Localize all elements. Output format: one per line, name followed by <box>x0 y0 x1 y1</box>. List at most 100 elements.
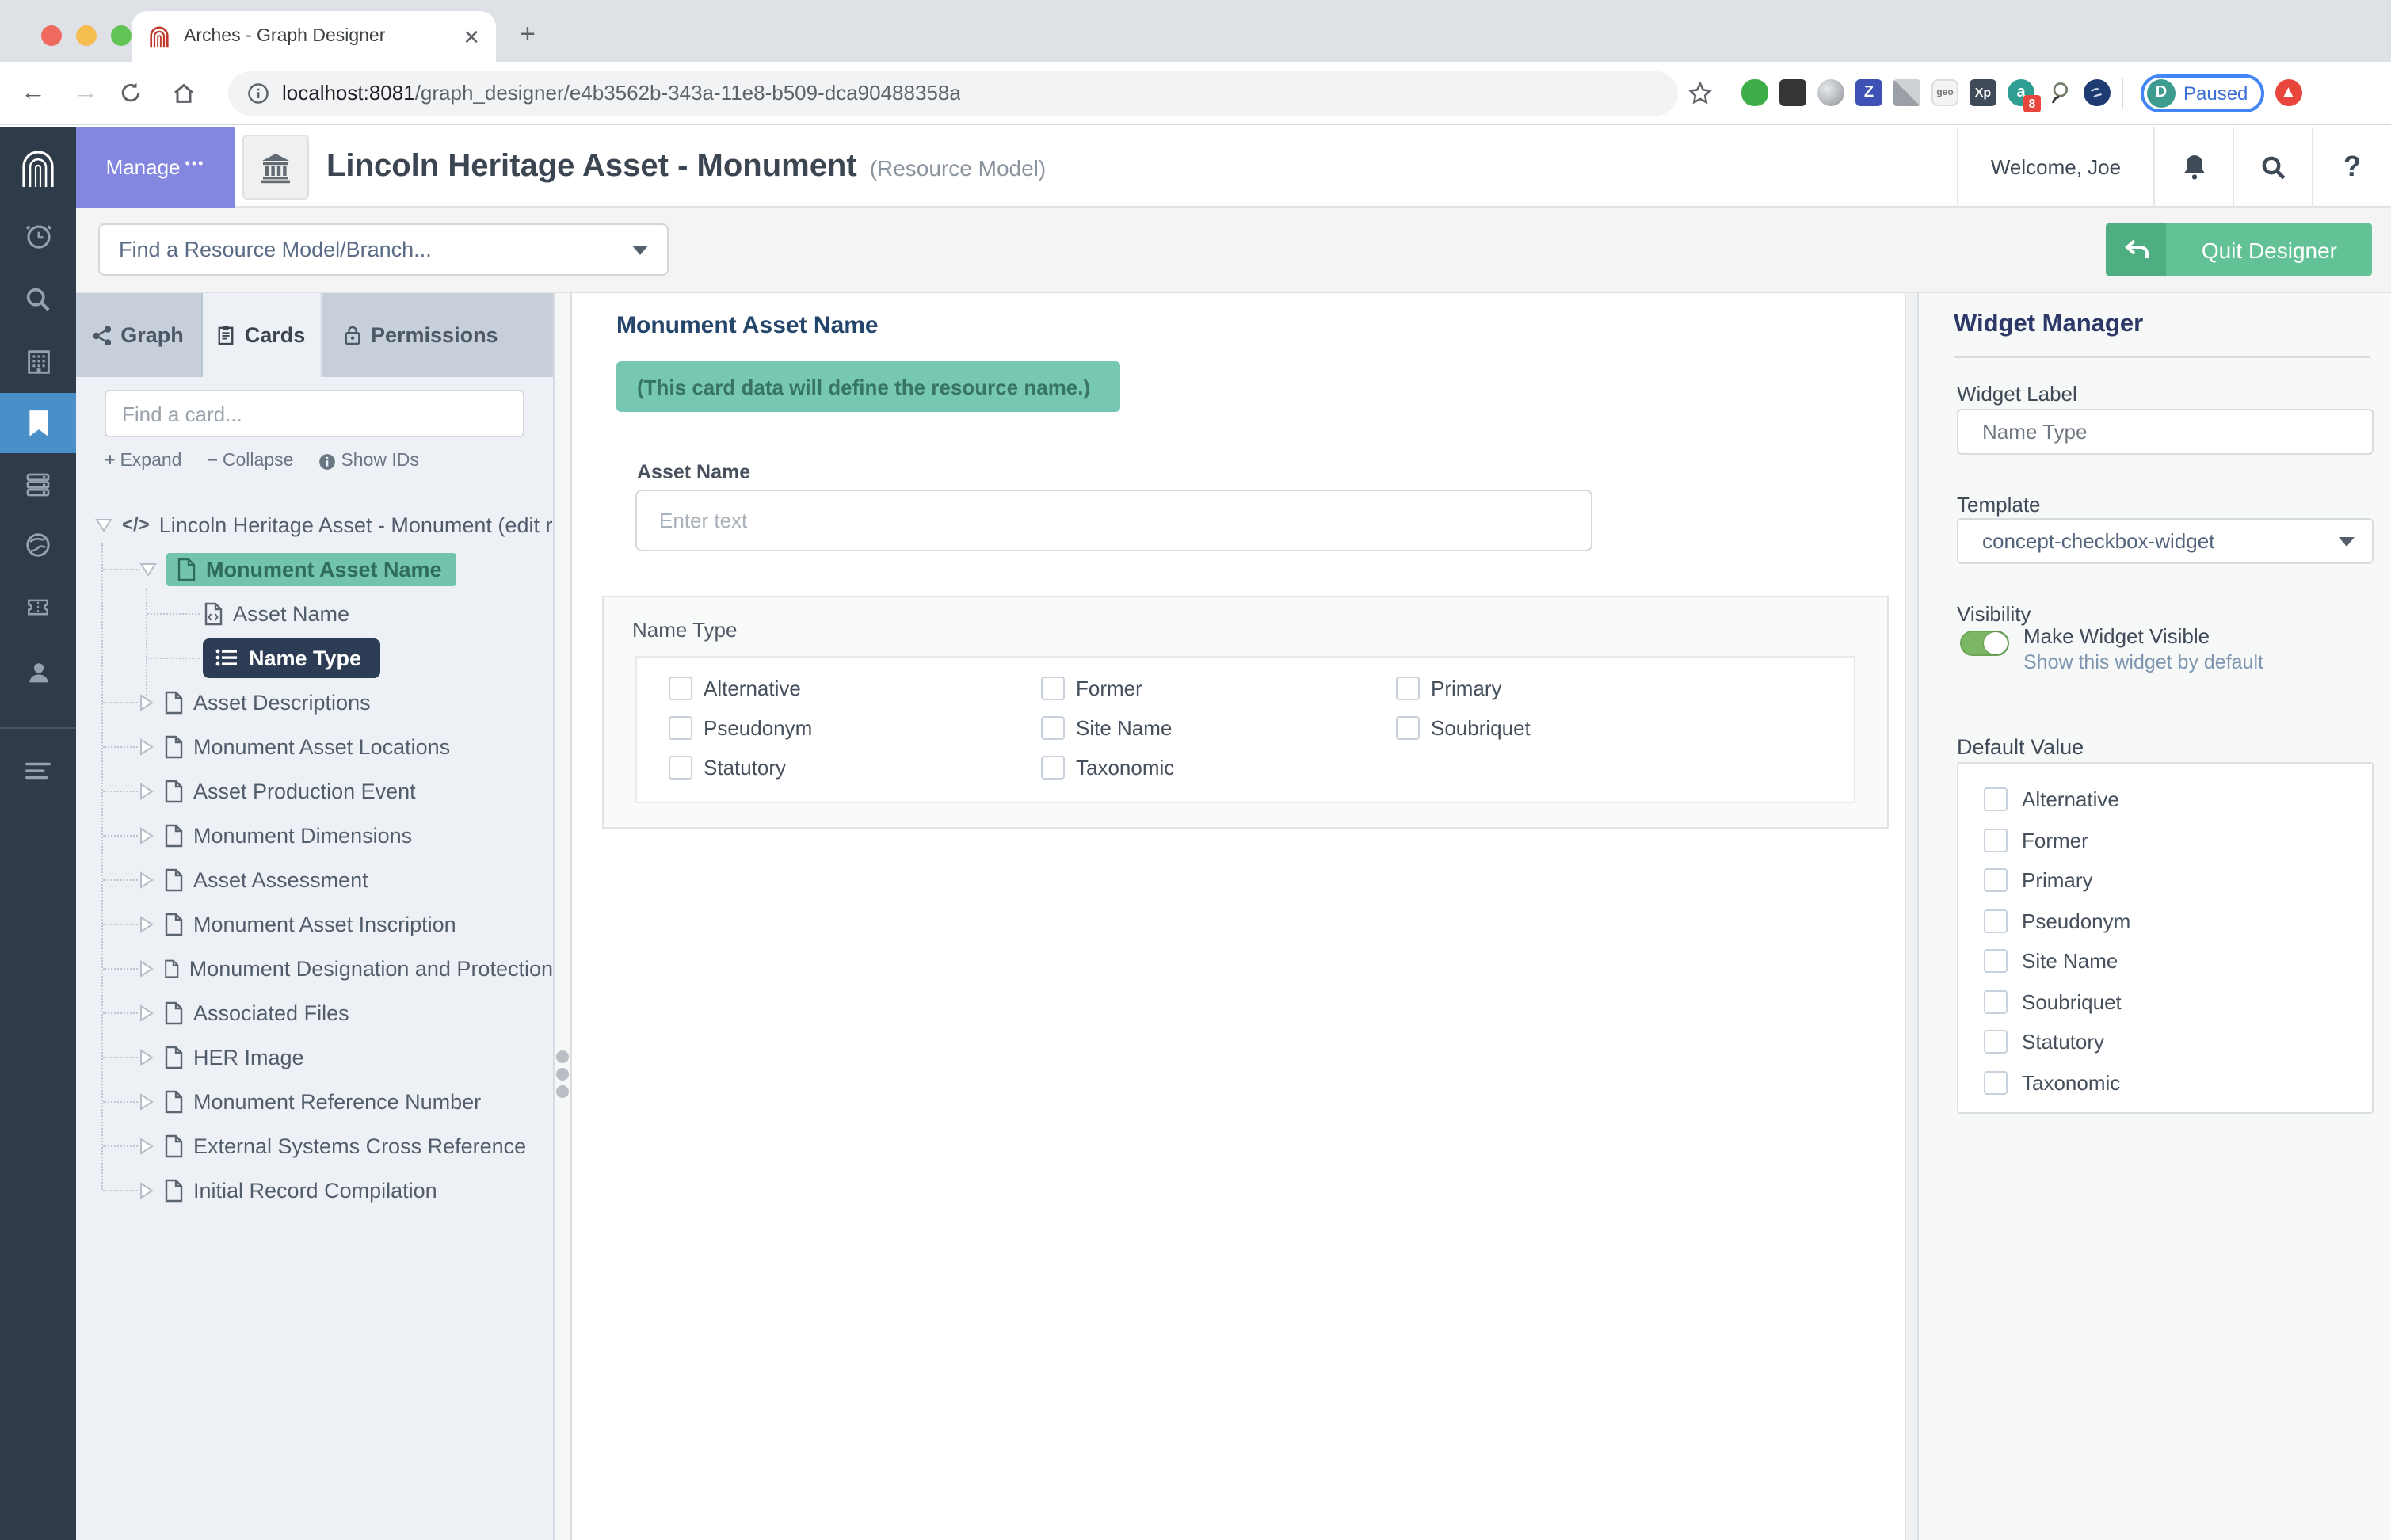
checkbox[interactable] <box>1984 1030 2008 1054</box>
chevron-right-icon[interactable] <box>139 1181 154 1199</box>
checkbox[interactable] <box>1984 909 2008 933</box>
bookmark-star-icon[interactable] <box>1687 80 1726 105</box>
chevron-right-icon[interactable] <box>139 1137 154 1154</box>
url-bar[interactable]: localhost:8081/graph_designer/e4b3562b-3… <box>228 71 1678 115</box>
checkbox[interactable] <box>1396 716 1420 740</box>
checkbox[interactable] <box>1396 677 1420 700</box>
search-nav-icon[interactable] <box>0 269 76 330</box>
tree-item-card[interactable]: Asset Assessment <box>76 857 553 902</box>
notifications-button[interactable] <box>2153 127 2233 208</box>
global-search-button[interactable] <box>2233 127 2312 208</box>
tree-item-node[interactable]: Asset Name <box>76 591 553 635</box>
template-select[interactable]: concept-checkbox-widget <box>1957 518 2374 564</box>
sphere-extension-icon[interactable] <box>1817 79 1844 106</box>
find-model-dropdown[interactable]: Find a Resource Model/Branch... <box>98 223 669 276</box>
expand-all-button[interactable]: + Expand <box>105 452 181 471</box>
checkbox[interactable] <box>1041 756 1065 780</box>
checkbox[interactable] <box>669 716 692 740</box>
provisional-edits-nav-icon[interactable] <box>0 577 76 637</box>
panel-resize-handle[interactable] <box>553 293 572 1540</box>
xp-extension-icon[interactable]: Xp <box>1970 79 1996 106</box>
checkbox-option[interactable]: Pseudonym <box>669 716 1041 740</box>
database-nav-icon[interactable] <box>0 455 76 515</box>
minimize-window-button[interactable] <box>76 25 97 46</box>
welcome-user-button[interactable]: Welcome, Joe <box>1957 127 2153 208</box>
evernote-extension-icon[interactable] <box>1741 79 1768 106</box>
checkbox[interactable] <box>1984 1070 2008 1095</box>
checkbox-option[interactable]: Pseudonym <box>1984 901 2372 941</box>
tree-item-node-selected[interactable]: Name Type <box>76 635 553 680</box>
menu-nav-icon[interactable] <box>0 741 76 802</box>
chevron-right-icon[interactable] <box>139 1048 154 1065</box>
checkbox[interactable] <box>1984 828 2008 852</box>
checkbox[interactable] <box>1984 868 2008 893</box>
graph-designer-nav-icon[interactable] <box>0 393 76 453</box>
new-tab-button[interactable]: + <box>520 19 536 51</box>
checkbox-option[interactable]: Statutory <box>669 756 1041 780</box>
find-card-input[interactable] <box>105 390 524 437</box>
checkbox-option[interactable]: Soubriquet <box>1984 982 2372 1022</box>
quit-designer-button[interactable]: Quit Designer <box>2106 223 2372 276</box>
robot-extension-icon[interactable] <box>1779 79 1806 106</box>
show-ids-button[interactable]: Show IDs <box>318 452 419 471</box>
close-window-button[interactable] <box>41 25 62 46</box>
chevron-expanded-icon[interactable] <box>95 517 112 532</box>
checkbox-option[interactable]: Former <box>1041 677 1396 700</box>
widget-label-input[interactable] <box>1957 409 2374 455</box>
person-search-extension-icon[interactable] <box>2046 79 2073 106</box>
visibility-toggle[interactable] <box>1960 631 2009 656</box>
help-button[interactable]: ? <box>2312 127 2391 208</box>
recent-activity-icon[interactable] <box>0 204 76 265</box>
zoom-window-button[interactable] <box>111 25 132 46</box>
tab-permissions[interactable]: Permissions <box>322 293 553 377</box>
checkbox[interactable] <box>1041 677 1065 700</box>
chevron-right-icon[interactable] <box>139 1004 154 1021</box>
tree-item-card[interactable]: External Systems Cross Reference <box>76 1123 553 1168</box>
archive-extension-icon[interactable]: a8 <box>2008 79 2041 112</box>
chevron-right-icon[interactable] <box>139 915 154 932</box>
checkbox-option[interactable]: Site Name <box>1041 716 1396 740</box>
checkbox[interactable] <box>1984 787 2008 812</box>
reload-icon[interactable] <box>119 81 157 105</box>
tree-item-card[interactable]: Monument Dimensions <box>76 813 553 857</box>
checkbox[interactable] <box>669 756 692 780</box>
tree-item-root[interactable]: </> Lincoln Heritage Asset - Monument (e… <box>76 502 553 547</box>
checkbox-option[interactable]: Site Name <box>1984 941 2372 982</box>
resource-library-icon[interactable] <box>0 331 76 391</box>
chevron-right-icon[interactable] <box>139 826 154 844</box>
z-extension-icon[interactable]: Z <box>1855 79 1882 106</box>
checkbox[interactable] <box>1984 949 2008 974</box>
geojson-extension-icon[interactable]: geo <box>1931 79 1958 106</box>
globe-extension-icon[interactable] <box>2084 79 2111 106</box>
checkbox[interactable] <box>1984 989 2008 1014</box>
resource-model-icon-button[interactable] <box>242 135 309 200</box>
tree-item-card[interactable]: Asset Descriptions <box>76 680 553 724</box>
checkbox[interactable] <box>669 677 692 700</box>
chevron-expanded-icon[interactable] <box>139 562 157 576</box>
chevron-right-icon[interactable] <box>139 871 154 888</box>
tab-graph[interactable]: Graph <box>76 293 203 377</box>
asset-name-input[interactable] <box>635 490 1592 551</box>
checkbox-option[interactable]: Primary <box>1396 677 1854 700</box>
checkbox-option[interactable]: Alternative <box>1984 780 2372 820</box>
tab-cards[interactable]: Cards <box>203 293 322 377</box>
tree-item-card[interactable]: HER Image <box>76 1035 553 1079</box>
map-layers-nav-icon[interactable] <box>0 515 76 575</box>
profile-button[interactable]: D Paused <box>2141 74 2264 112</box>
close-tab-icon[interactable]: ✕ <box>463 26 480 47</box>
manage-menu-button[interactable]: Manage ••• <box>76 127 235 208</box>
back-icon[interactable]: ← <box>14 78 52 107</box>
chevron-right-icon[interactable] <box>139 959 154 977</box>
checkbox-option[interactable]: Former <box>1984 820 2372 860</box>
chevron-right-icon[interactable] <box>139 693 154 711</box>
checkbox[interactable] <box>1041 716 1065 740</box>
tree-item-card[interactable]: Initial Record Compilation <box>76 1168 553 1212</box>
collapse-all-button[interactable]: − Collapse <box>207 452 293 471</box>
checkbox-option[interactable]: Taxonomic <box>1984 1062 2372 1103</box>
update-extension-icon[interactable]: ▲ <box>2275 79 2302 106</box>
profile-nav-icon[interactable] <box>0 642 76 702</box>
chevron-right-icon[interactable] <box>139 782 154 799</box>
grid-extension-icon[interactable] <box>1893 79 1920 106</box>
checkbox-option[interactable]: Alternative <box>669 677 1041 700</box>
tree-item-card[interactable]: Monument Asset Locations <box>76 724 553 768</box>
